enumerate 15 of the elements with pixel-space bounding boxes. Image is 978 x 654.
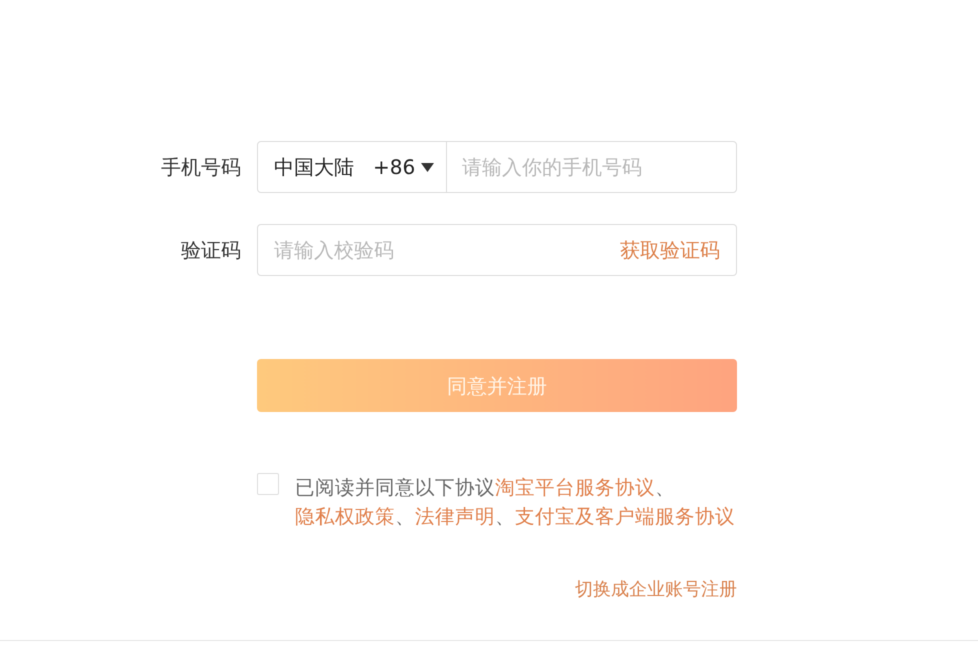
switch-account-link[interactable]: 切换成企业账号注册 — [575, 579, 737, 600]
agreement-link[interactable]: 法律声明 — [415, 505, 495, 528]
get-code-button[interactable]: 获取验证码 — [612, 224, 737, 276]
agreement-text: 已阅读并同意以下协议淘宝平台服务协议、 隐私权政策、法律声明、支付宝及客户端服务协议 — [295, 475, 736, 530]
agreement-checkbox[interactable] — [257, 473, 279, 495]
phone-label: 手机号码 — [160, 155, 241, 179]
agreement-link[interactable]: 淘宝平台服务协议 — [495, 476, 655, 499]
phone-input[interactable]: 请输入你的手机号码 — [446, 141, 737, 193]
code-input[interactable]: 请输入校验码 — [257, 224, 613, 276]
register-button[interactable]: 同意并注册 — [257, 359, 737, 412]
country-select[interactable]: 中国大陆 +86 — [257, 141, 447, 193]
agreement-link[interactable]: 隐私权政策 — [295, 505, 395, 528]
caret-icon — [421, 162, 434, 172]
code-label: 验证码 — [180, 238, 241, 262]
agreement-link[interactable]: 支付宝及客户端服务协议 — [515, 505, 735, 528]
